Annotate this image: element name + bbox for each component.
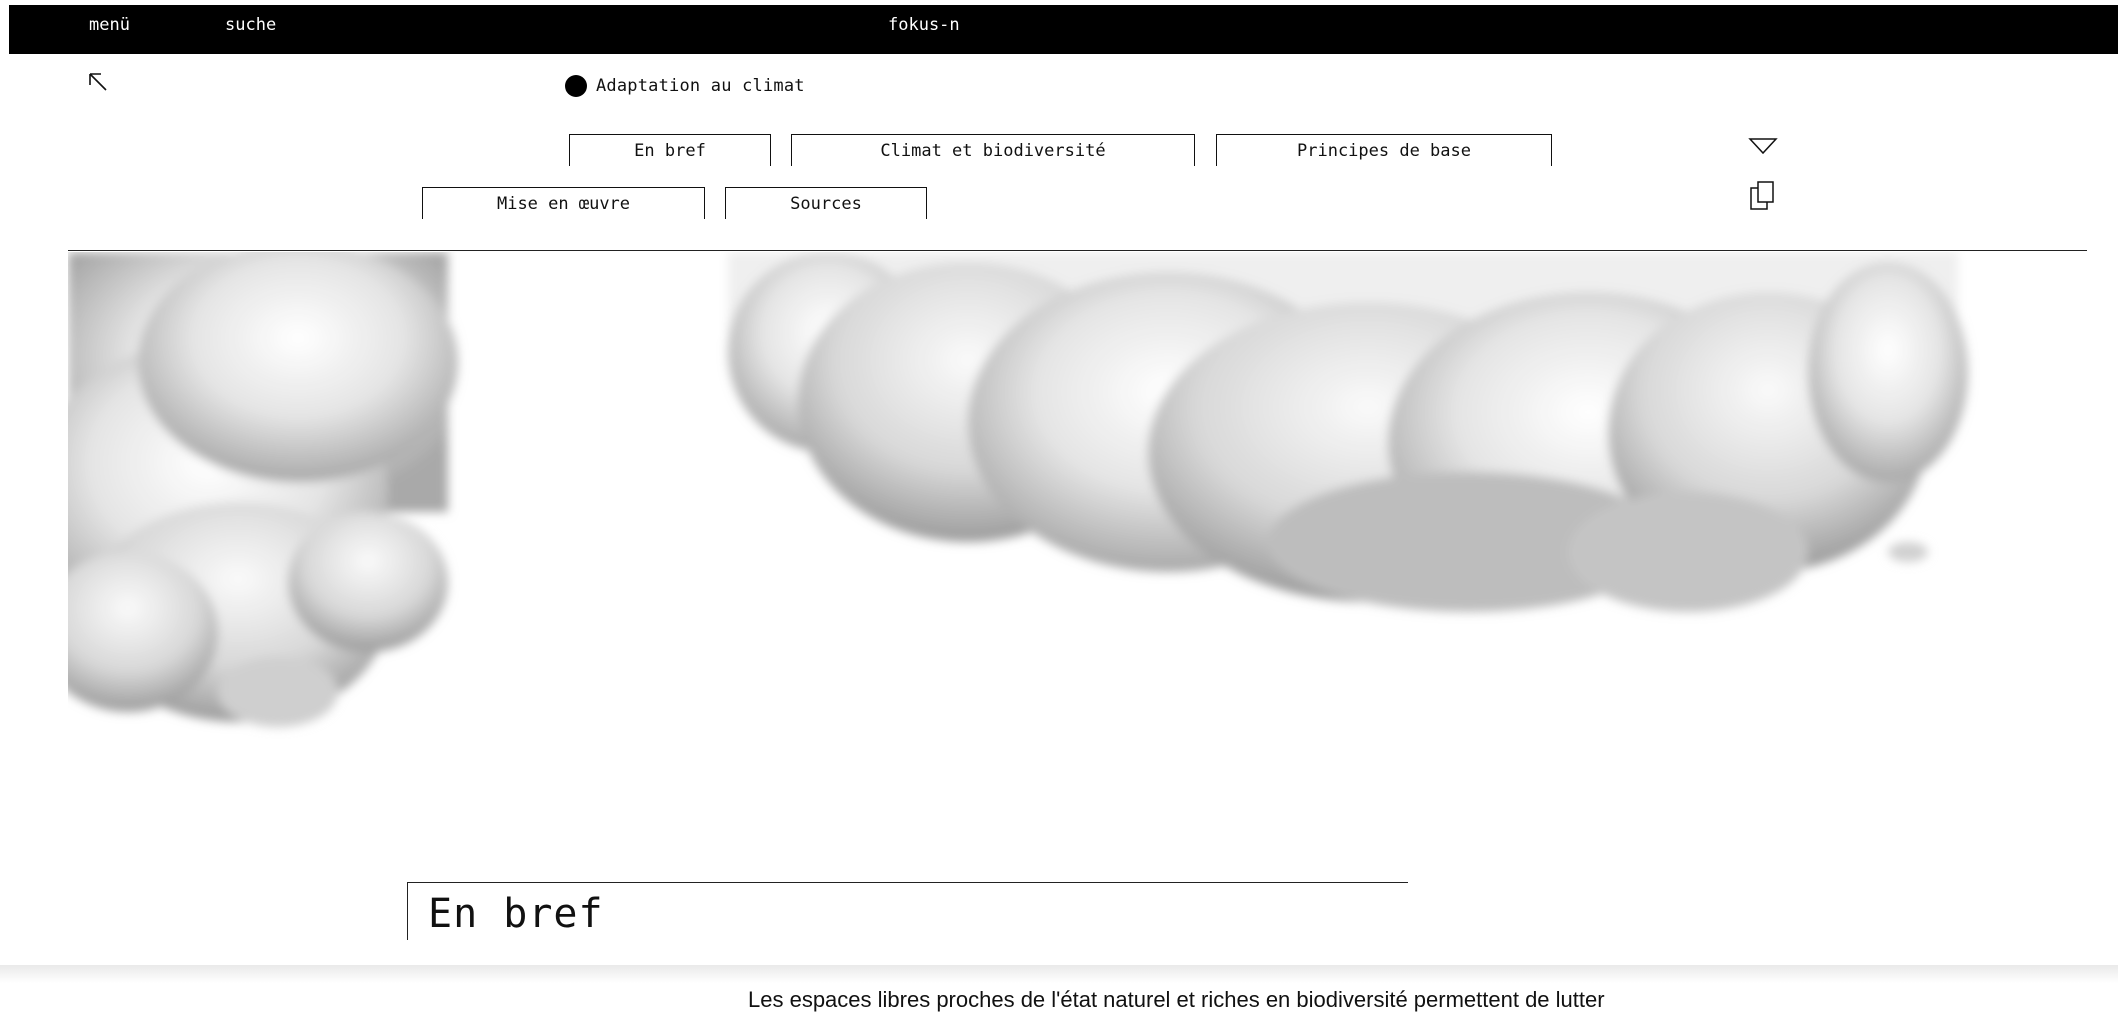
triangle-down-icon[interactable]	[1748, 137, 1778, 155]
header-divider	[68, 250, 2087, 251]
menu-button[interactable]: menü	[89, 5, 130, 46]
tab-principes-de-base[interactable]: Principes de base	[1216, 134, 1552, 166]
tab-climat-et-biodiversite[interactable]: Climat et biodiversité	[791, 134, 1195, 166]
topic-label: Adaptation au climat	[596, 76, 805, 96]
copy-icon[interactable]	[1748, 180, 1776, 212]
tab-mise-en-oeuvre[interactable]: Mise en œuvre	[422, 187, 705, 219]
site-title-link[interactable]: fokus-n	[888, 5, 960, 46]
search-button[interactable]: suche	[225, 5, 276, 46]
intro-paragraph: Les espaces libres proches de l'état nat…	[748, 987, 1605, 1012]
content-panel: Les espaces libres proches de l'état nat…	[0, 965, 2118, 1012]
tab-sources[interactable]: Sources	[725, 187, 927, 219]
section-title: En bref	[428, 891, 604, 937]
arrow-up-left-icon[interactable]	[86, 70, 110, 94]
tab-en-bref[interactable]: En bref	[569, 134, 771, 166]
top-navigation-bar: menü suche fokus-n	[9, 5, 2118, 54]
topic-indicator: Adaptation au climat	[565, 73, 805, 99]
topic-dot-icon	[565, 75, 587, 97]
hero-cloud-image	[28, 242, 1988, 742]
section-heading-frame: En bref	[407, 882, 1408, 940]
